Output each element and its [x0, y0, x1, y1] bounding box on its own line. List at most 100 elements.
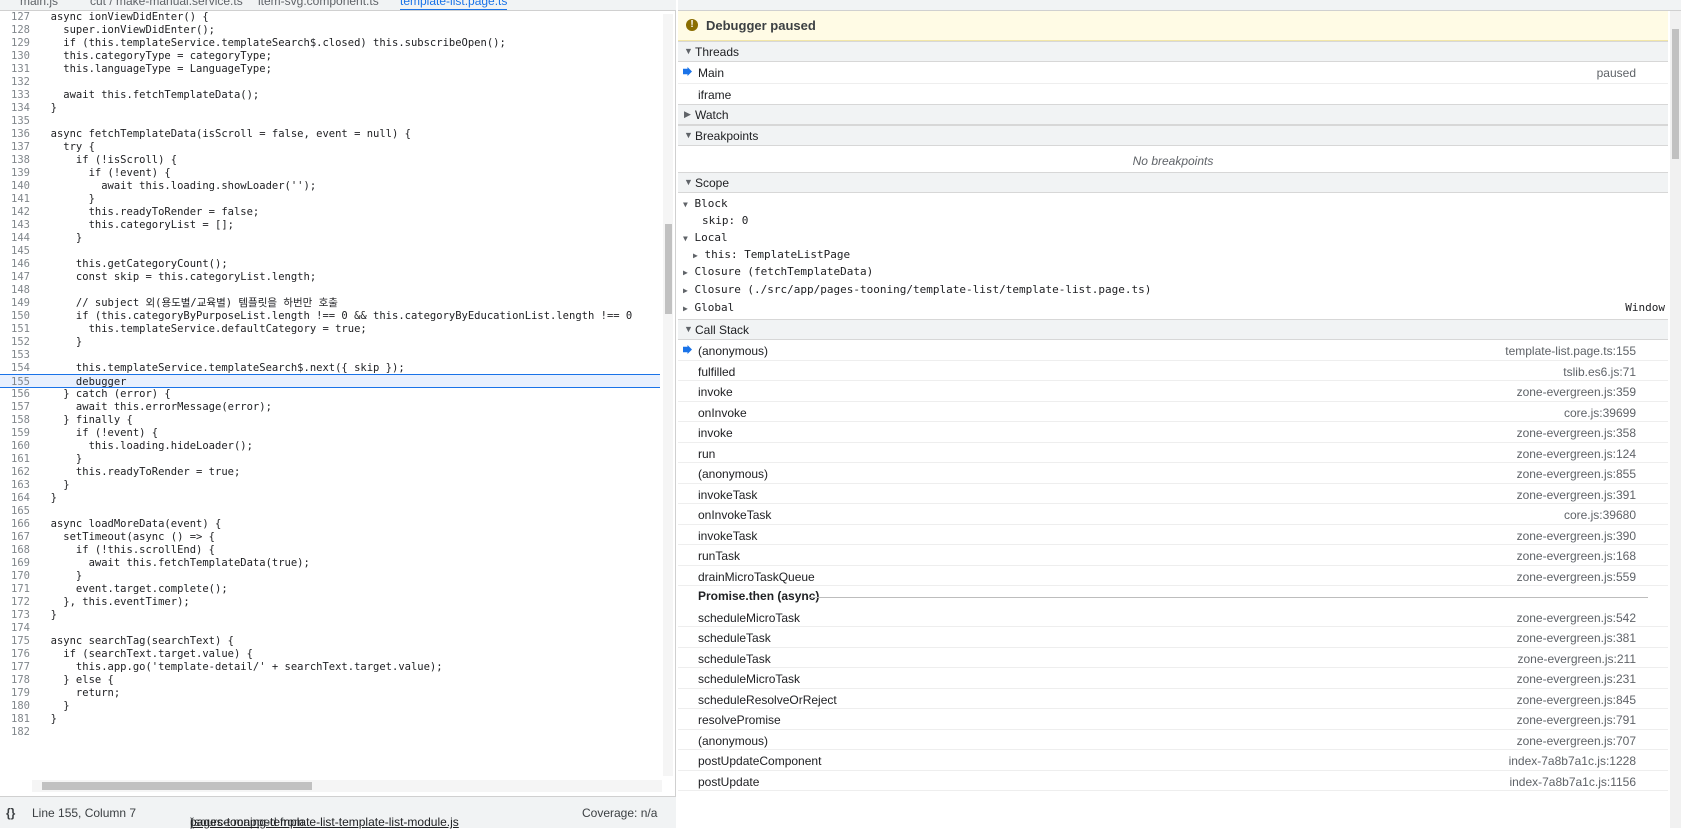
call-frame[interactable]: invokeTask zone-evergreen.js:391 — [678, 484, 1668, 504]
code-line[interactable]: 152 } — [0, 335, 660, 349]
code-line[interactable]: 139 if (!event) { — [0, 166, 660, 180]
line-number[interactable]: 180 — [0, 699, 30, 713]
code-line[interactable]: 149 // subject 외(용도별/교육별) 템플릿을 하번만 호출 — [0, 296, 660, 310]
line-number[interactable]: 152 — [0, 335, 30, 349]
line-number[interactable]: 136 — [0, 127, 30, 141]
scope-local[interactable]: ▼ Local — [683, 231, 728, 244]
section-scope[interactable]: ▼ Scope — [678, 172, 1668, 193]
call-frame[interactable]: (anonymous) zone-evergreen.js:707 — [678, 730, 1668, 750]
frame-location[interactable]: zone-evergreen.js:542 — [1517, 611, 1636, 625]
code-line[interactable]: 142 this.readyToRender = false; — [0, 205, 660, 219]
scope-block[interactable]: ▼ Block — [683, 197, 728, 210]
line-number[interactable]: 166 — [0, 517, 30, 531]
section-watch[interactable]: ▶ Watch — [678, 104, 1668, 125]
code-line[interactable]: 158 } finally { — [0, 413, 660, 427]
frame-location[interactable]: zone-evergreen.js:845 — [1517, 693, 1636, 707]
panel-scroll-thumb[interactable] — [1672, 29, 1679, 159]
line-number[interactable]: 160 — [0, 439, 30, 453]
line-number[interactable]: 144 — [0, 231, 30, 245]
line-number[interactable]: 151 — [0, 322, 30, 336]
code-line[interactable]: 164 } — [0, 491, 660, 505]
call-frame[interactable]: scheduleTask zone-evergreen.js:211 — [678, 648, 1668, 668]
line-number[interactable]: 164 — [0, 491, 30, 505]
line-number[interactable]: 146 — [0, 257, 30, 271]
code-line[interactable]: 154 this.templateService.templateSearch$… — [0, 361, 660, 375]
code-line[interactable]: 133 await this.fetchTemplateData(); — [0, 88, 660, 102]
frame-location[interactable]: index-7a8b7a1c.js:1228 — [1509, 754, 1636, 768]
frame-location[interactable]: zone-evergreen.js:211 — [1517, 652, 1636, 666]
frame-location[interactable]: zone-evergreen.js:855 — [1517, 467, 1636, 481]
line-number[interactable]: 181 — [0, 712, 30, 726]
line-number[interactable]: 179 — [0, 686, 30, 700]
thread-iframe[interactable]: iframe — [678, 84, 1668, 106]
code-line[interactable]: 168 if (!this.scrollEnd) { — [0, 543, 660, 557]
code-line[interactable]: 176 if (searchText.target.value) { — [0, 647, 660, 661]
line-number[interactable]: 162 — [0, 465, 30, 479]
code-line[interactable]: 167 setTimeout(async () => { — [0, 530, 660, 544]
code-line[interactable]: 172 }, this.eventTimer); — [0, 595, 660, 609]
code-line[interactable]: 130 this.categoryType = categoryType; — [0, 49, 660, 63]
code-line[interactable]: 138 if (!isScroll) { — [0, 153, 660, 167]
editor-scroll-thumb[interactable] — [665, 224, 672, 314]
code-line[interactable]: 131 this.languageType = LanguageType; — [0, 62, 660, 76]
call-frame[interactable]: (anonymous) template-list.page.ts:155 — [678, 340, 1668, 361]
line-number[interactable]: 135 — [0, 114, 30, 128]
call-frame[interactable]: drainMicroTaskQueue zone-evergreen.js:559 — [678, 566, 1668, 586]
code-line[interactable]: 171 event.target.complete(); — [0, 582, 660, 596]
code-line[interactable]: 180 } — [0, 699, 660, 713]
source-map-link[interactable]: pages-tooning-template-list-template-lis… — [190, 815, 459, 829]
code-line[interactable]: 178 } else { — [0, 673, 660, 687]
line-number[interactable]: 129 — [0, 36, 30, 50]
code-line[interactable]: 148 — [0, 283, 660, 297]
line-number[interactable]: 177 — [0, 660, 30, 674]
call-frame[interactable]: resolvePromise zone-evergreen.js:791 — [678, 709, 1668, 730]
call-frame[interactable]: (anonymous) zone-evergreen.js:855 — [678, 463, 1668, 484]
frame-location[interactable]: core.js:39699 — [1564, 406, 1636, 420]
call-frame[interactable]: invokeTask zone-evergreen.js:390 — [678, 525, 1668, 545]
line-number[interactable]: 175 — [0, 634, 30, 648]
line-number[interactable]: 163 — [0, 478, 30, 492]
code-line[interactable]: 179 return; — [0, 686, 660, 700]
code-line[interactable]: 182 — [0, 725, 660, 739]
line-number[interactable]: 178 — [0, 673, 30, 687]
code-line[interactable]: 174 — [0, 621, 660, 635]
scope-global[interactable]: ▶ Global — [683, 301, 734, 314]
frame-location[interactable]: core.js:39680 — [1564, 508, 1636, 522]
code-line[interactable]: 169 await this.fetchTemplateData(true); — [0, 556, 660, 570]
line-number[interactable]: 159 — [0, 426, 30, 440]
line-number[interactable]: 167 — [0, 530, 30, 544]
line-number[interactable]: 133 — [0, 88, 30, 102]
call-frame[interactable]: invoke zone-evergreen.js:358 — [678, 422, 1668, 443]
code-line[interactable]: 151 this.templateService.defaultCategory… — [0, 322, 660, 336]
line-number[interactable]: 149 — [0, 296, 30, 310]
frame-location[interactable]: zone-evergreen.js:381 — [1517, 631, 1636, 645]
section-threads[interactable]: ▼ Threads — [678, 41, 1668, 62]
tab-main[interactable]: main.js — [20, 0, 58, 8]
tab-item-svg-component[interactable]: item-svg.component.ts — [258, 0, 379, 8]
scope-var-this[interactable]: ▶ this: TemplateListPage — [693, 248, 850, 261]
call-frame[interactable]: scheduleMicroTask zone-evergreen.js:231 — [678, 668, 1668, 689]
line-number[interactable]: 128 — [0, 23, 30, 37]
line-number[interactable]: 141 — [0, 192, 30, 206]
frame-location[interactable]: zone-evergreen.js:559 — [1517, 570, 1636, 584]
code-line[interactable]: 136 async fetchTemplateData(isScroll = f… — [0, 127, 660, 141]
call-frame[interactable]: onInvokeTask core.js:39680 — [678, 504, 1668, 525]
line-number[interactable]: 131 — [0, 62, 30, 76]
line-number[interactable]: 147 — [0, 270, 30, 284]
code-line[interactable]: 181 } — [0, 712, 660, 726]
editor-hscroll-thumb[interactable] — [42, 782, 312, 790]
code-line[interactable]: 146 this.getCategoryCount(); — [0, 257, 660, 271]
current-execution-line[interactable]: 155 debugger — [0, 374, 660, 388]
line-number[interactable]: 157 — [0, 400, 30, 414]
code-line[interactable]: 163 } — [0, 478, 660, 492]
code-line[interactable]: 135 — [0, 114, 660, 128]
code-line[interactable]: 132 — [0, 75, 660, 89]
line-number[interactable]: 169 — [0, 556, 30, 570]
frame-location[interactable]: zone-evergreen.js:168 — [1517, 549, 1636, 563]
line-number[interactable]: 150 — [0, 309, 30, 323]
code-line[interactable]: 166 async loadMoreData(event) { — [0, 517, 660, 531]
tab-make-manual-service[interactable]: cut / make-manual.service.ts — [90, 0, 243, 8]
code-line[interactable]: 147 const skip = this.categoryList.lengt… — [0, 270, 660, 284]
line-number[interactable]: 127 — [0, 10, 30, 24]
line-number[interactable]: 176 — [0, 647, 30, 661]
